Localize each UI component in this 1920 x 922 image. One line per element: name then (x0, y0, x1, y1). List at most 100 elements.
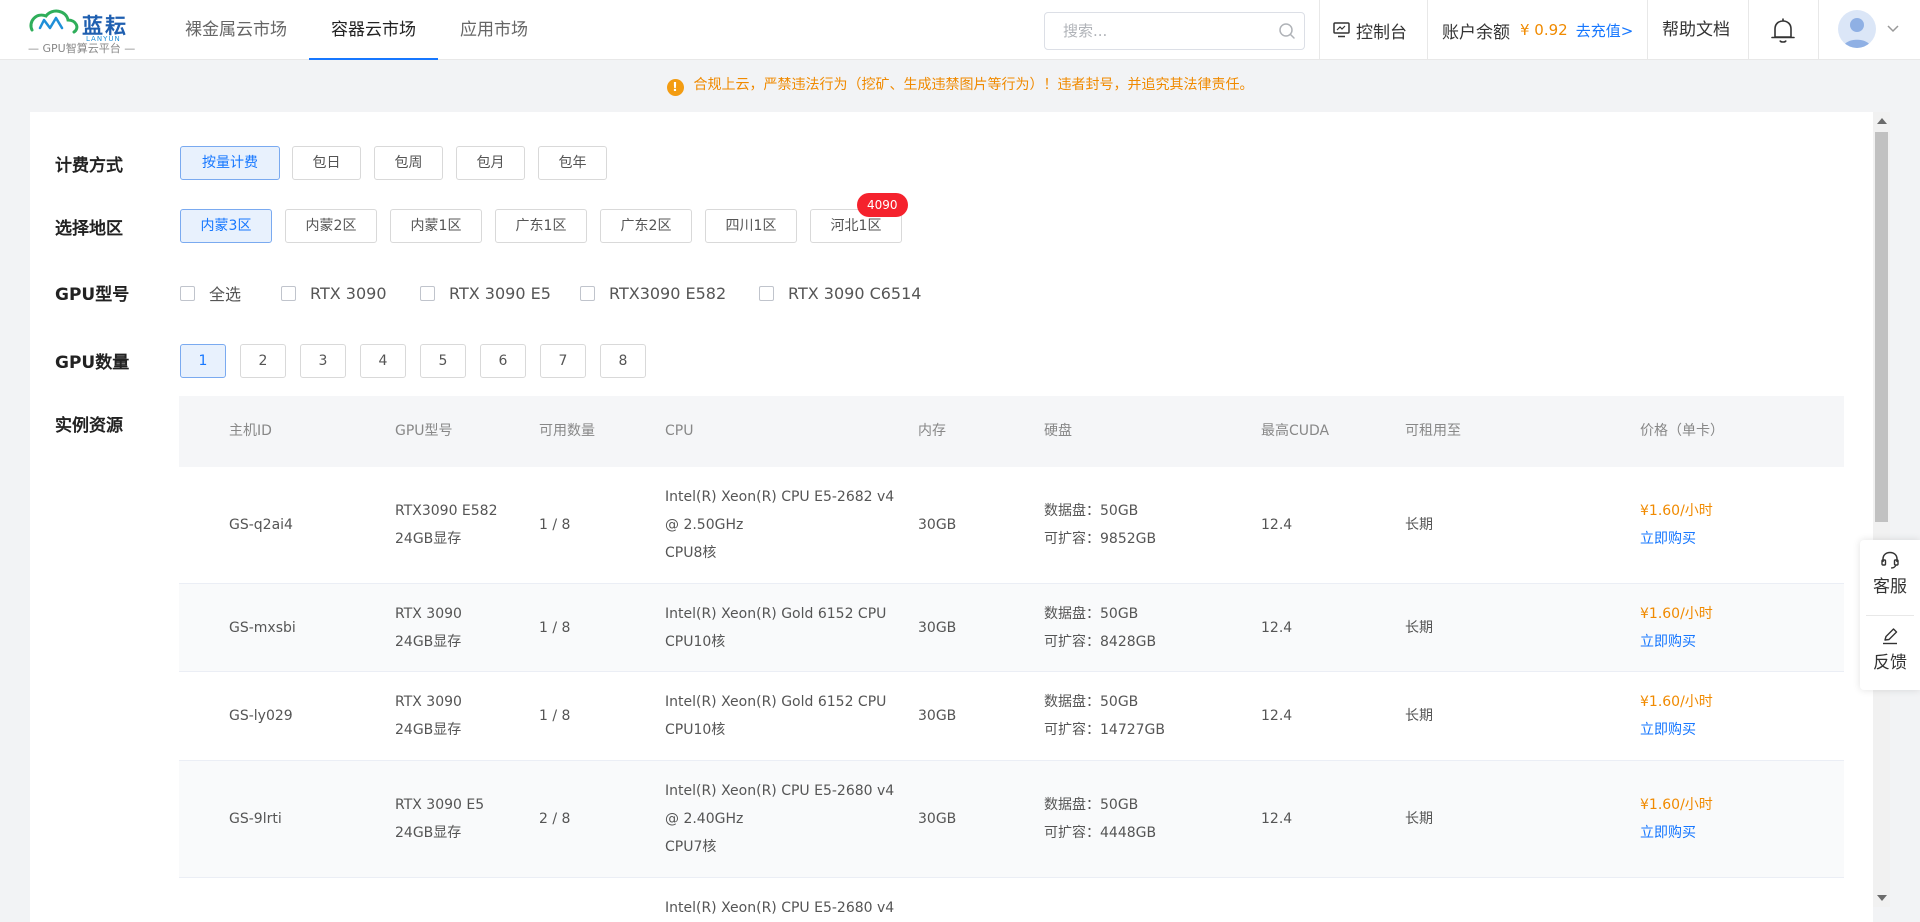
gpu-model-rtx3090[interactable]: RTX 3090 (281, 282, 387, 304)
side-float-panel: 客服 反馈 (1860, 540, 1920, 690)
notice-text: 合规上云，严禁违法行为（挖矿、生成违禁图片等行为）！违者封号，并追究其法律责任。 (693, 77, 1254, 93)
scrollbar-thumb[interactable] (1875, 132, 1888, 522)
gpu-model-rtx3090-e582[interactable]: RTX3090 E582 (580, 282, 726, 304)
billing-option-daily[interactable]: 包日 (292, 146, 361, 180)
price: ¥1.60/小时 (1640, 694, 1713, 710)
region-option-neimeng1[interactable]: 内蒙1区 (390, 209, 482, 243)
top-header: 蓝耘 LANYUN — GPU智算云平台 — 裸金属云市场 容器云市场 应用市场… (0, 0, 1920, 60)
gpu-model: RTX 3090 (395, 606, 462, 622)
table-row: GS-q2ai4 RTX3090 E582 24GB显存 1 / 8 Intel… (179, 467, 1844, 584)
buy-now-link[interactable]: 立即购买 (1640, 628, 1696, 656)
gpu-count-8[interactable]: 8 (600, 344, 646, 378)
region-option-guangdong2[interactable]: 广东2区 (600, 209, 692, 243)
buy-now-link[interactable]: 立即购买 (1640, 525, 1696, 553)
buy-now-link[interactable]: 立即购买 (1640, 716, 1696, 744)
customer-service-button[interactable]: 客服 (1860, 540, 1920, 614)
checkbox-label: RTX 3090 E5 (449, 283, 551, 303)
market-card: 计费方式 按量计费 包日 包周 包月 包年 选择地区 内蒙3区 内蒙2区 内蒙1… (30, 112, 1873, 922)
chevron-down-icon[interactable] (1886, 24, 1900, 34)
available-count: 2 / 8 (539, 811, 571, 827)
console-label: 控制台 (1356, 22, 1407, 43)
buy-now-link[interactable]: 立即购买 (1640, 819, 1696, 847)
instances-label: 实例资源 (55, 416, 123, 436)
region-option-neimeng2[interactable]: 内蒙2区 (285, 209, 377, 243)
col-host-id: 主机ID (229, 423, 272, 439)
data-disk: 数据盘：50GB (1044, 694, 1139, 710)
gpu-count-2[interactable]: 2 (240, 344, 286, 378)
col-available: 可用数量 (539, 423, 595, 439)
nav-app-market[interactable]: 应用市场 (438, 0, 550, 60)
gpu-model-rtx3090-c6514[interactable]: RTX 3090 C6514 (759, 282, 921, 304)
gpu-count-5[interactable]: 5 (420, 344, 466, 378)
max-cuda: 12.4 (1261, 620, 1293, 636)
scroll-up-arrow-icon[interactable] (1877, 118, 1887, 124)
scroll-down-arrow-icon[interactable] (1877, 895, 1887, 901)
logo[interactable]: 蓝耘 LANYUN — GPU智算云平台 — (26, 6, 136, 55)
data-disk: 数据盘：50GB (1044, 797, 1139, 813)
gpu-model-label: GPU型号 (55, 285, 130, 305)
host-id: GS-ly029 (229, 708, 293, 724)
host-id: GS-mxsbi (229, 620, 296, 636)
region-option-sichuan1[interactable]: 四川1区 (705, 209, 797, 243)
account-balance: 账户余额 ¥ 0.92 去充值> (1442, 0, 1633, 60)
col-gpu-model: GPU型号 (395, 423, 453, 439)
gpu-count-label: GPU数量 (55, 353, 130, 373)
checkbox[interactable] (180, 285, 195, 301)
region-badge: 4090 (857, 193, 908, 217)
gpu-vram: 24GB显存 (395, 722, 462, 738)
gpu-count-7[interactable]: 7 (540, 344, 586, 378)
checkbox[interactable] (580, 285, 595, 301)
console-button[interactable]: 控制台 (1333, 0, 1407, 60)
billing-label: 计费方式 (55, 156, 123, 176)
col-disk: 硬盘 (1044, 423, 1072, 439)
header-divider (1748, 0, 1749, 60)
checkbox[interactable] (759, 285, 774, 301)
gpu-model-select-all[interactable]: 全选 (180, 282, 241, 304)
gpu-model-rtx3090-e5[interactable]: RTX 3090 E5 (420, 282, 551, 304)
billing-option-monthly[interactable]: 包月 (456, 146, 525, 180)
gpu-count-1[interactable]: 1 (180, 344, 226, 378)
table-header: 主机ID GPU型号 可用数量 CPU 内存 硬盘 最高CUDA 可租用至 价格… (179, 396, 1844, 467)
user-avatar[interactable] (1838, 10, 1876, 48)
region-option-neimeng3[interactable]: 内蒙3区 (180, 209, 272, 243)
lease-until: 长期 (1405, 708, 1433, 724)
billing-option-weekly[interactable]: 包周 (374, 146, 443, 180)
expandable-disk: 可扩容：4448GB (1044, 825, 1157, 841)
table-row: GS-9lrti RTX 3090 E5 24GB显存 2 / 8 Intel(… (179, 761, 1844, 878)
billing-option-pay-as-you-go[interactable]: 按量计费 (180, 146, 280, 180)
feedback-button[interactable]: 反馈 (1860, 616, 1920, 690)
warning-icon: ! (666, 79, 684, 96)
page-scrollbar[interactable] (1873, 112, 1890, 907)
bell-icon[interactable] (1770, 17, 1796, 45)
checkbox[interactable] (281, 285, 296, 301)
memory: 30GB (918, 517, 957, 533)
data-disk: 数据盘：50GB (1044, 606, 1139, 622)
checkbox[interactable] (420, 285, 435, 301)
search-icon[interactable] (1278, 22, 1296, 40)
col-lease-until: 可租用至 (1405, 423, 1461, 439)
table-row: Intel(R) Xeon(R) CPU E5-2680 v4 (179, 878, 1844, 918)
cpu-freq: @ 2.40GHz (665, 811, 744, 827)
search-box (1044, 12, 1305, 50)
region-option-guangdong1[interactable]: 广东1区 (495, 209, 587, 243)
headset-icon (1881, 551, 1899, 569)
gpu-count-3[interactable]: 3 (300, 344, 346, 378)
topup-link[interactable]: 去充值> (1576, 20, 1634, 41)
billing-option-yearly[interactable]: 包年 (538, 146, 607, 180)
gpu-count-6[interactable]: 6 (480, 344, 526, 378)
nav-container-cloud[interactable]: 容器云市场 (309, 0, 438, 60)
balance-amount: ¥ 0.92 (1520, 21, 1568, 39)
cpu-model: Intel(R) Xeon(R) CPU E5-2682 v4 (665, 489, 895, 505)
logo-mark-icon (29, 9, 79, 34)
nav-bare-metal[interactable]: 裸金属云市场 (163, 0, 309, 60)
max-cuda: 12.4 (1261, 811, 1293, 827)
gpu-vram: 24GB显存 (395, 531, 462, 547)
host-id: GS-9lrti (229, 811, 282, 827)
available-count: 1 / 8 (539, 620, 571, 636)
gpu-model: RTX3090 E582 (395, 503, 498, 519)
search-input[interactable] (1063, 13, 1273, 49)
gpu-count-4[interactable]: 4 (360, 344, 406, 378)
help-docs-link[interactable]: 帮助文档 (1662, 0, 1730, 60)
table-row: GS-ly029 RTX 3090 24GB显存 1 / 8 Intel(R) … (179, 672, 1844, 761)
instance-table: 主机ID GPU型号 可用数量 CPU 内存 硬盘 最高CUDA 可租用至 价格… (179, 396, 1844, 918)
